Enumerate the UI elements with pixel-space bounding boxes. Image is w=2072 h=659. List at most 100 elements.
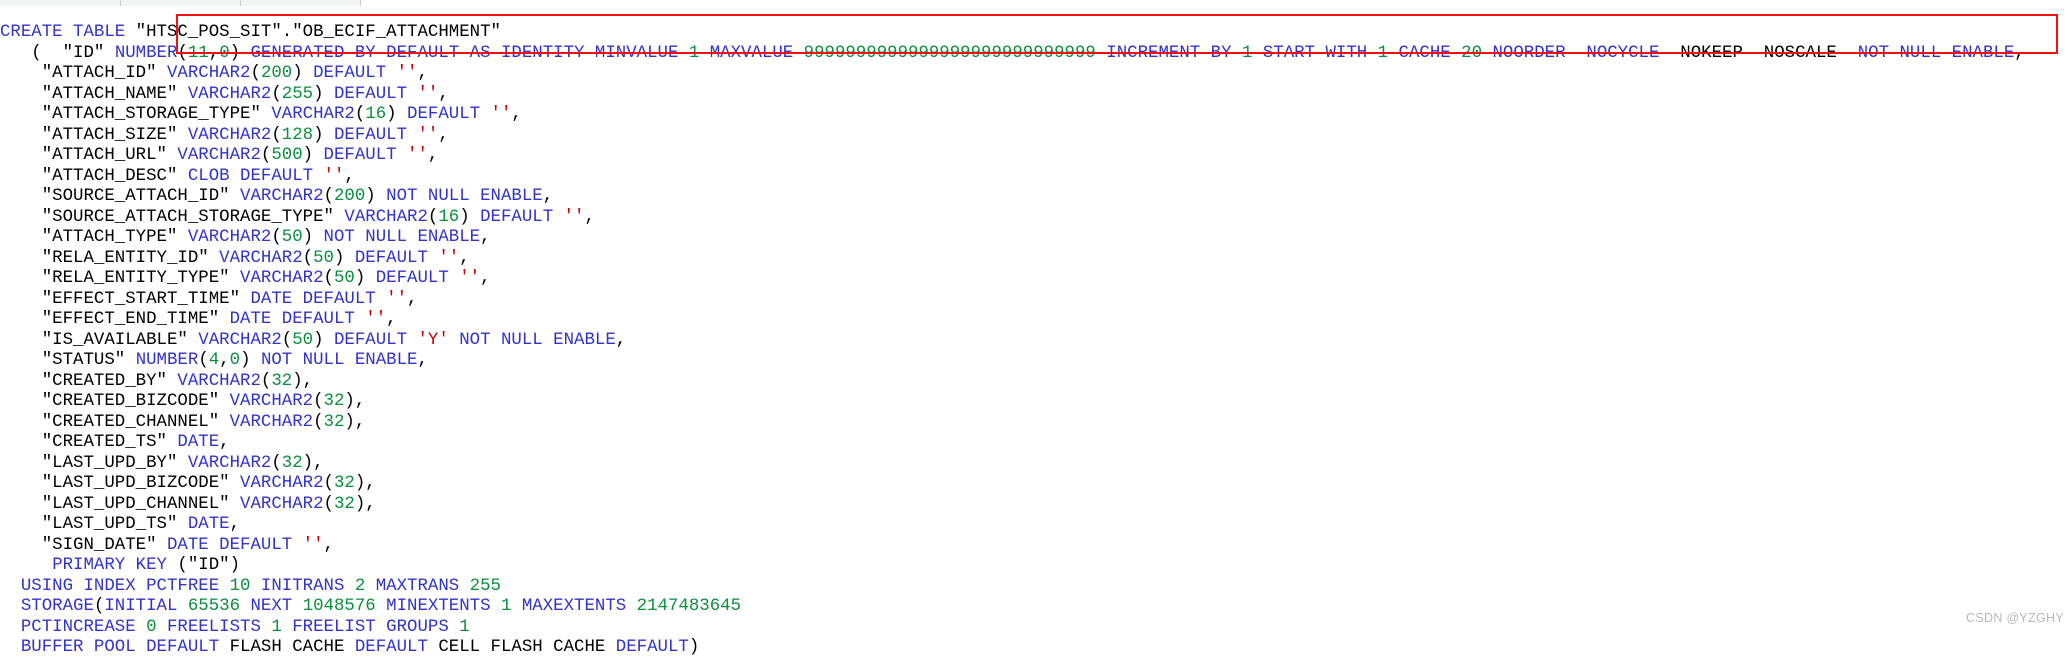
code-token: 1 xyxy=(271,617,282,637)
code-token: ( xyxy=(271,228,282,248)
code-token: ( xyxy=(250,64,261,84)
code-token: CLOB DEFAULT xyxy=(187,166,324,186)
code-token: , xyxy=(219,351,230,371)
code-token: '' xyxy=(365,310,387,330)
code-token: "RELA_ENTITY_ID" xyxy=(41,248,209,268)
code-token: 1 xyxy=(1241,43,1253,63)
code-token: , xyxy=(480,228,491,248)
code-token: , xyxy=(219,433,230,453)
code-line: "ATTACH_TYPE" VARCHAR2(50) NOT NULL ENAB… xyxy=(0,228,2072,249)
code-token: DATE xyxy=(187,515,230,535)
code-token: 10 xyxy=(229,576,251,596)
code-token: FLASH CACHE xyxy=(229,638,355,658)
code-token: ) xyxy=(313,125,334,145)
code-token: 32 xyxy=(323,392,345,412)
code-token: "ATTACH_NAME" xyxy=(41,84,178,104)
code-token: "LAST_UPD_BIZCODE" xyxy=(41,474,230,494)
code-token: , xyxy=(386,310,397,330)
code-line: "ATTACH_SIZE" VARCHAR2(128) DEFAULT '', xyxy=(0,126,2072,147)
code-token: NOT NULL ENABLE xyxy=(260,351,418,371)
code-token: "LAST_UPD_TS" xyxy=(41,515,178,535)
code-token: , xyxy=(208,43,220,63)
code-token: VARCHAR2 xyxy=(177,371,261,391)
code-token: , xyxy=(584,207,595,227)
code-line: STORAGE(INITIAL 65536 NEXT 1048576 MINEX… xyxy=(0,597,2072,618)
code-token: ( xyxy=(281,330,293,350)
code-token: ( xyxy=(260,371,272,391)
code-token: ) xyxy=(688,638,700,658)
code-token: 255 xyxy=(469,576,501,596)
code-token: , xyxy=(2014,43,2025,63)
code-token: PCTINCREASE xyxy=(20,617,147,637)
code-token: "IS_AVAILABLE" xyxy=(41,330,188,350)
code-token: ) xyxy=(292,64,314,84)
code-token: "ATTACH_DESC" xyxy=(41,166,178,186)
code-token: ( xyxy=(177,43,188,63)
code-token: , xyxy=(511,105,522,125)
code-token: ( xyxy=(323,269,334,289)
code-token: 32 xyxy=(333,494,355,514)
code-token: 0 xyxy=(229,351,241,371)
code-token: NOT NULL ENABLE xyxy=(386,187,543,207)
code-token: CACHE xyxy=(1388,43,1462,63)
code-token: 1 xyxy=(688,43,700,63)
code-token: "RELA_ENTITY_TYPE" xyxy=(41,269,230,289)
code-token: INITIAL xyxy=(104,597,188,617)
code-line: CREATE TABLE "HTSC_POS_SIT"."OB_ECIF_ATT… xyxy=(0,23,2072,44)
code-token: '' xyxy=(417,125,439,145)
code-token: ) xyxy=(459,207,481,227)
code-token: ( xyxy=(271,453,282,473)
code-token: CELL FLASH CACHE xyxy=(438,638,616,658)
code-token: 11 xyxy=(187,43,209,63)
code-line: "STATUS" NUMBER(4,0) NOT NULL ENABLE, xyxy=(0,351,2072,372)
code-token: DATE DEFAULT xyxy=(167,535,303,555)
code-token: "ATTACH_SIZE" xyxy=(41,125,178,145)
code-line: "ATTACH_NAME" VARCHAR2(255) DEFAULT '', xyxy=(0,85,2072,106)
code-token: NOT NULL ENABLE xyxy=(1847,43,2015,63)
code-line: "CREATED_BIZCODE" VARCHAR2(32), xyxy=(0,392,2072,413)
code-line: "CREATED_BY" VARCHAR2(32), xyxy=(0,372,2072,393)
code-token: "LAST_UPD_BY" xyxy=(41,453,178,473)
code-token: MINEXTENTS xyxy=(375,597,501,617)
code-token: , xyxy=(427,146,439,166)
code-token: MAXTRANS xyxy=(365,576,470,596)
code-token: "SOURCE_ATTACH_ID" xyxy=(41,187,230,207)
code-token: VARCHAR2 xyxy=(167,64,251,84)
code-token: VARCHAR2 xyxy=(240,494,324,514)
code-token: 50 xyxy=(333,269,355,289)
code-token: , xyxy=(459,248,470,268)
sql-code-block[interactable]: CREATE TABLE "HTSC_POS_SIT"."OB_ECIF_ATT… xyxy=(0,23,2072,659)
code-line: "EFFECT_START_TIME" DATE DEFAULT '', xyxy=(0,290,2072,311)
code-token: ( xyxy=(354,105,366,125)
code-token: 2147483645 xyxy=(636,597,742,617)
code-token: VARCHAR2 xyxy=(177,146,261,166)
code-line: ( "ID" NUMBER(11,0) GENERATED BY DEFAULT… xyxy=(0,44,2072,65)
code-token: MAXVALUE xyxy=(699,43,804,63)
code-line: "LAST_UPD_BY" VARCHAR2(32), xyxy=(0,454,2072,475)
code-token: DEFAULT xyxy=(333,84,418,104)
code-token: ) xyxy=(302,228,324,248)
code-line: "ATTACH_ID" VARCHAR2(200) DEFAULT '', xyxy=(0,64,2072,85)
code-token: VARCHAR2 xyxy=(240,474,324,494)
code-token: "EFFECT_START_TIME" xyxy=(41,289,241,309)
code-token: 32 xyxy=(271,371,293,391)
code-token: VARCHAR2 xyxy=(219,248,303,268)
code-token: 16 xyxy=(438,207,460,227)
